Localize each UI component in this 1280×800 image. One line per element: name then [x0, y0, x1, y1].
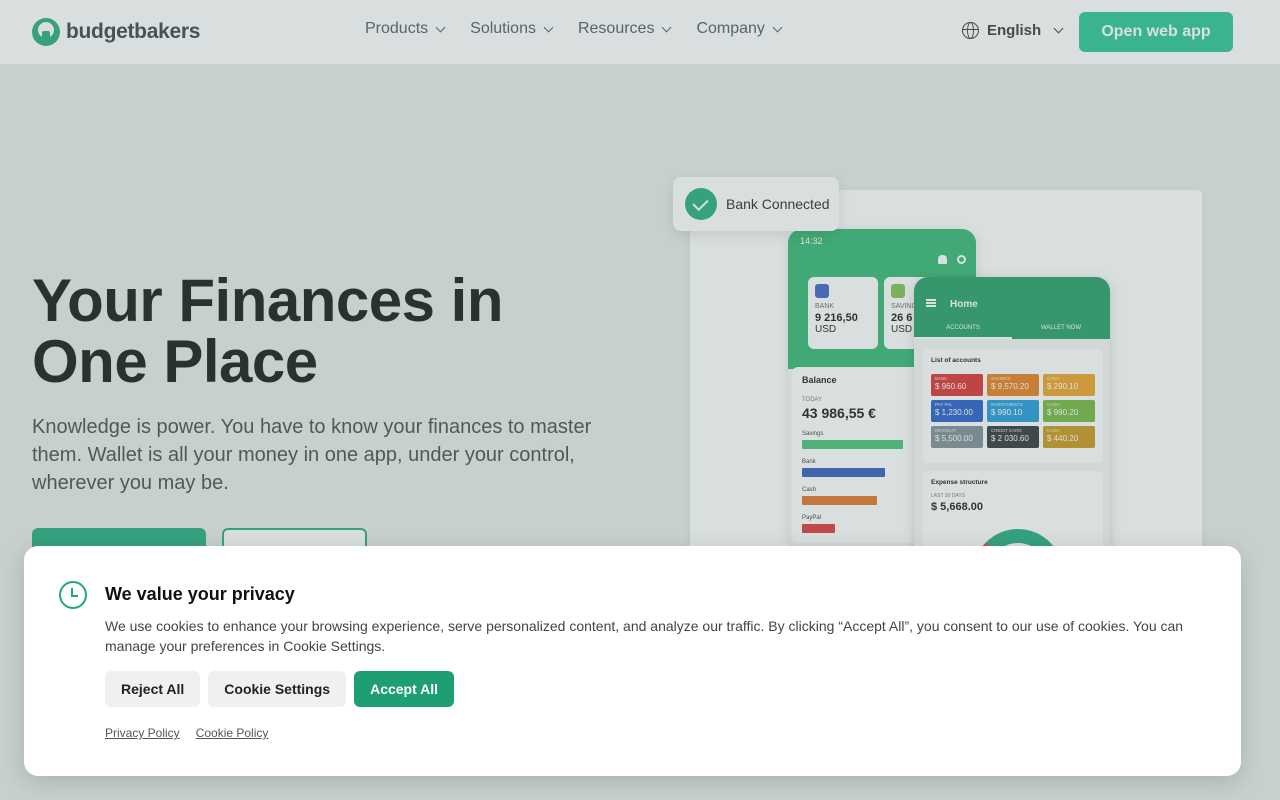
reject-all-button[interactable]: Reject All [105, 671, 201, 707]
cookie-consent-banner: We value your privacy We use cookies to … [24, 546, 1241, 776]
cookie-buttons: Reject All Cookie Settings Accept All [105, 671, 455, 707]
cookie-links: Privacy Policy Cookie Policy [105, 726, 268, 740]
cookie-title: We value your privacy [105, 584, 295, 604]
clock-icon [59, 581, 87, 609]
accept-all-button[interactable]: Accept All [354, 671, 455, 707]
privacy-policy-link[interactable]: Privacy Policy [105, 726, 180, 740]
cookie-policy-link[interactable]: Cookie Policy [196, 726, 269, 740]
cookie-text: We use cookies to enhance your browsing … [105, 618, 1184, 654]
cookie-settings-button[interactable]: Cookie Settings [208, 671, 347, 707]
